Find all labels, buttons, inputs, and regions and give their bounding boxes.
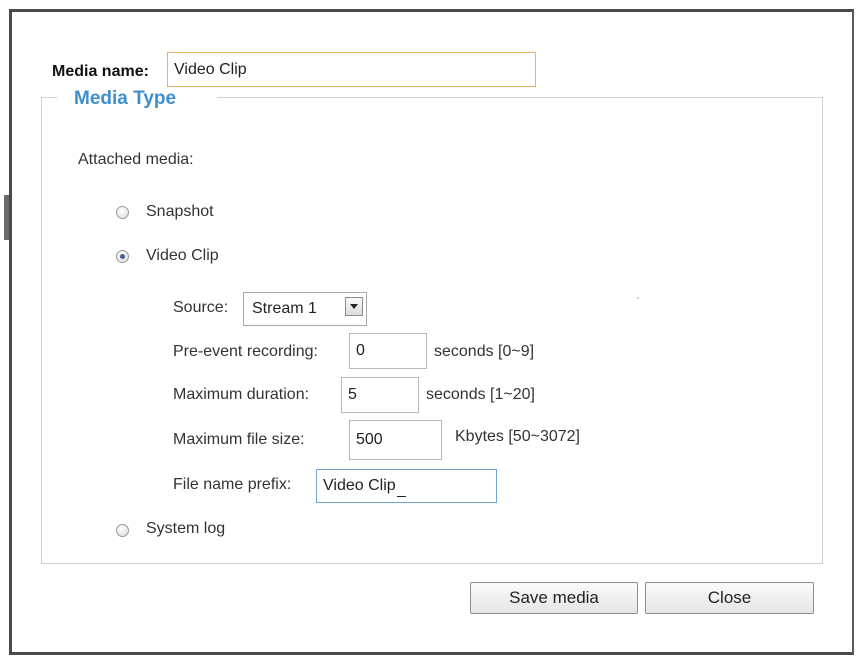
pre-event-label: Pre-event recording: [173, 343, 318, 360]
max-duration-value: 5 [348, 386, 357, 403]
file-prefix-input[interactable]: Video Clip [316, 469, 497, 503]
close-button[interactable]: Close [645, 582, 814, 614]
media-name-value: Video Clip [174, 60, 247, 78]
source-select[interactable]: Stream 1 [243, 292, 367, 326]
stray-pixel [637, 297, 639, 299]
media-name-input[interactable]: Video Clip [167, 52, 536, 87]
max-file-size-unit: Kbytes [50~3072] [455, 428, 580, 445]
snapshot-label[interactable]: Snapshot [146, 203, 214, 221]
max-file-size-input[interactable]: 500 [349, 420, 442, 460]
text-caret [396, 496, 406, 497]
save-media-button[interactable]: Save media [470, 582, 638, 614]
system-log-label[interactable]: System log [146, 520, 225, 538]
source-value: Stream 1 [252, 300, 317, 317]
max-file-size-label: Maximum file size: [173, 431, 305, 448]
chevron-down-icon[interactable] [345, 297, 363, 316]
media-type-legend: Media Type [74, 88, 177, 109]
video-clip-radio[interactable] [116, 250, 129, 263]
snapshot-radio[interactable] [116, 206, 129, 219]
media-name-label: Media name: [52, 63, 149, 80]
max-file-size-value: 500 [356, 431, 383, 448]
max-duration-input[interactable]: 5 [341, 377, 419, 413]
max-duration-unit: seconds [1~20] [426, 386, 535, 403]
pre-event-input[interactable]: 0 [349, 333, 427, 369]
max-duration-label: Maximum duration: [173, 386, 310, 403]
file-prefix-value: Video Clip [323, 477, 396, 494]
source-label: Source: [173, 299, 229, 316]
video-clip-label[interactable]: Video Clip [146, 247, 219, 265]
pre-event-value: 0 [356, 342, 365, 359]
file-prefix-label: File name prefix: [173, 476, 292, 493]
system-log-radio[interactable] [116, 524, 129, 537]
pre-event-unit: seconds [0~9] [434, 343, 535, 360]
attached-media-label: Attached media: [78, 151, 194, 168]
